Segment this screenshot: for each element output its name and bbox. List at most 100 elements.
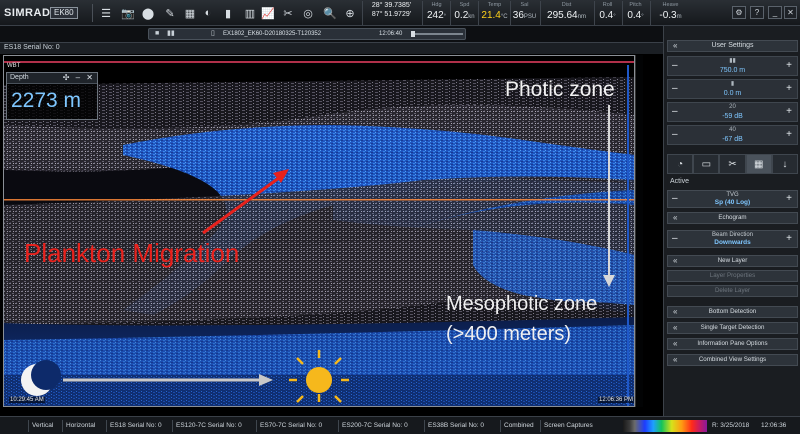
position-readout: 28° 39.7385' 87° 51.9729': [362, 1, 420, 25]
tab-down[interactable]: ↓: [771, 154, 799, 174]
mesophotic-zone-label: Mesophotic zone: [446, 293, 598, 315]
range-icon: ▮▮: [729, 58, 736, 64]
status-es38b[interactable]: ES38B Serial No: 0: [424, 420, 487, 432]
bar-chart-icon[interactable]: ▥: [242, 6, 258, 20]
status-es18[interactable]: ES18 Serial No: 0: [106, 420, 165, 432]
latitude-value: 28° 39.7385': [371, 2, 412, 9]
gain2-increase-button[interactable]: +: [786, 129, 792, 140]
panel-tabs: ◔ ▭ ✂ ▦ ↓: [667, 154, 799, 174]
range-spinner[interactable]: – ▮▮ 750.0 m +: [667, 56, 798, 76]
layer-properties-button[interactable]: Layer Properties: [667, 270, 798, 282]
replay-control[interactable]: ■ ▮▮ ▯ EX1802_EK60-D20180325-T120352 12:…: [148, 28, 466, 40]
replay-slider[interactable]: [411, 31, 463, 37]
tab-output[interactable]: ▭: [693, 154, 720, 174]
magnifier-icon[interactable]: 🔍: [322, 6, 338, 20]
beam-direction-value: Downwards: [714, 239, 751, 246]
status-screen-captures[interactable]: Screen Captures: [540, 420, 596, 432]
gain-spinner-2[interactable]: – 40 -67 dB +: [667, 125, 798, 145]
beam-direction-selector[interactable]: – Beam Direction Downwards +: [667, 230, 798, 248]
gauge-icon[interactable]: ◐: [200, 6, 216, 20]
depth-value: 2273 m: [11, 89, 82, 112]
toolbar-separator: [92, 4, 93, 22]
user-settings-header[interactable]: « User Settings: [667, 40, 798, 52]
delete-layer-button[interactable]: Delete Layer: [667, 285, 798, 297]
tab-setup[interactable]: ✂: [719, 154, 746, 174]
replay-bar: ■ ▮▮ ▯ EX1802_EK60-D20180325-T120352 12:…: [0, 26, 663, 42]
depth-panel-header[interactable]: Depth ✣ – ✕: [7, 73, 97, 84]
settings-icon[interactable]: ⚙: [732, 6, 746, 19]
tab-view[interactable]: ▦: [745, 154, 772, 174]
tools-icon[interactable]: ✂: [280, 6, 296, 20]
start-range-value: 0.0 m: [723, 90, 742, 97]
combined-view-settings-button[interactable]: « Combined View Settings: [667, 354, 798, 366]
target-icon[interactable]: ⊕: [342, 6, 358, 20]
depth-panel-title: Depth: [10, 74, 29, 81]
replay-time: 12:06:40: [379, 31, 403, 37]
start-time-label: 10:29:45 AM: [9, 397, 45, 403]
gain1-value: -59 dB: [722, 113, 743, 120]
stop-icon[interactable]: ■: [155, 29, 159, 39]
tvg-next-button[interactable]: +: [786, 193, 792, 204]
play-icon[interactable]: ▮▮: [167, 29, 175, 39]
status-bar: Vertical Horizontal ES18 Serial No: 0 ES…: [0, 416, 800, 434]
single-target-detection-button[interactable]: « Single Target Detection: [667, 322, 798, 334]
minimize-icon[interactable]: _: [768, 6, 782, 19]
gain2-value: -67 dB: [722, 136, 743, 143]
camera-icon[interactable]: 📷: [120, 6, 136, 20]
depth-panel-controls[interactable]: ✣ – ✕: [63, 73, 95, 82]
record-icon[interactable]: ⬤: [140, 6, 156, 20]
plankton-migration-label: Plankton Migration: [24, 238, 240, 268]
replay-slider-knob[interactable]: [411, 31, 415, 37]
beam-next-button[interactable]: +: [786, 233, 792, 244]
status-es70[interactable]: ES70-7C Serial No: 0: [256, 420, 325, 432]
graph-icon[interactable]: 📈: [260, 6, 276, 20]
longitude-value: 87° 51.9729': [371, 11, 412, 18]
echogram-title: ES18 Serial No: 0: [4, 44, 60, 51]
gain2-label: 40: [729, 127, 736, 133]
status-date: R: 3/25/2018: [712, 422, 750, 429]
pen-icon[interactable]: ✎: [162, 6, 178, 20]
status-clock: 12:06:36: [761, 422, 787, 429]
gain1-increase-button[interactable]: +: [786, 106, 792, 117]
color-scale-bar: [623, 420, 707, 432]
information-pane-options-button[interactable]: « Information Pane Options: [667, 338, 798, 350]
status-combined[interactable]: Combined: [500, 420, 537, 432]
palette-icon[interactable]: ▦: [182, 6, 198, 20]
tvg-selector[interactable]: – TVG Sp (40 Log) +: [667, 190, 798, 208]
depth-panel[interactable]: Depth ✣ – ✕ 2273 m: [6, 72, 98, 120]
mesophotic-depth-label: (>400 meters): [446, 323, 572, 345]
scope-icon[interactable]: ◎: [300, 6, 316, 20]
range-increase-button[interactable]: +: [786, 60, 792, 71]
status-vertical[interactable]: Vertical: [28, 420, 56, 432]
start-range-spinner[interactable]: – ▮ 0.0 m +: [667, 79, 798, 99]
bottom-detection-button[interactable]: « Bottom Detection: [667, 306, 798, 318]
start-increase-button[interactable]: +: [786, 83, 792, 94]
menu-icon[interactable]: ☰: [98, 6, 114, 20]
roll-readout: Roll 0.4°: [594, 1, 620, 25]
gain-spinner-1[interactable]: – 20 -59 dB +: [667, 102, 798, 122]
echogram-button[interactable]: « Echogram: [667, 212, 798, 224]
active-section-label: Active: [670, 178, 690, 185]
salinity-readout: Sal 36PSU: [510, 1, 538, 25]
file-icon: ▯: [211, 30, 215, 37]
model-badge: EK80: [50, 7, 78, 19]
replay-filename: EX1802_EK60-D20180325-T120352: [223, 31, 322, 37]
close-icon[interactable]: ✕: [784, 6, 797, 19]
heave-readout: Heave -0.3m: [650, 1, 690, 25]
photic-zone-label: Photic zone: [505, 78, 615, 101]
gain1-label: 20: [729, 104, 736, 110]
right-panel: « User Settings – ▮▮ 750.0 m + – ▮ 0.0 m…: [663, 26, 800, 416]
pitch-readout: Pitch 0.4°: [622, 1, 648, 25]
level-icon[interactable]: ▮: [220, 6, 236, 20]
transceiver-label: WBT: [7, 63, 21, 69]
status-es120[interactable]: ES120-7C Serial No: 0: [172, 420, 245, 432]
echogram-scroll-strip[interactable]: [635, 55, 643, 407]
brand-logo: SIMRAD: [4, 7, 51, 19]
status-es200[interactable]: ES200-7C Serial No: 0: [338, 420, 411, 432]
help-icon[interactable]: ?: [750, 6, 764, 19]
heading-readout: Hdg 242°: [422, 1, 450, 25]
temperature-readout: Temp 21.4°C: [478, 1, 510, 25]
status-horizontal[interactable]: Horizontal: [62, 420, 98, 432]
new-layer-button[interactable]: « New Layer: [667, 255, 798, 267]
tab-operation[interactable]: ◔: [667, 154, 694, 174]
